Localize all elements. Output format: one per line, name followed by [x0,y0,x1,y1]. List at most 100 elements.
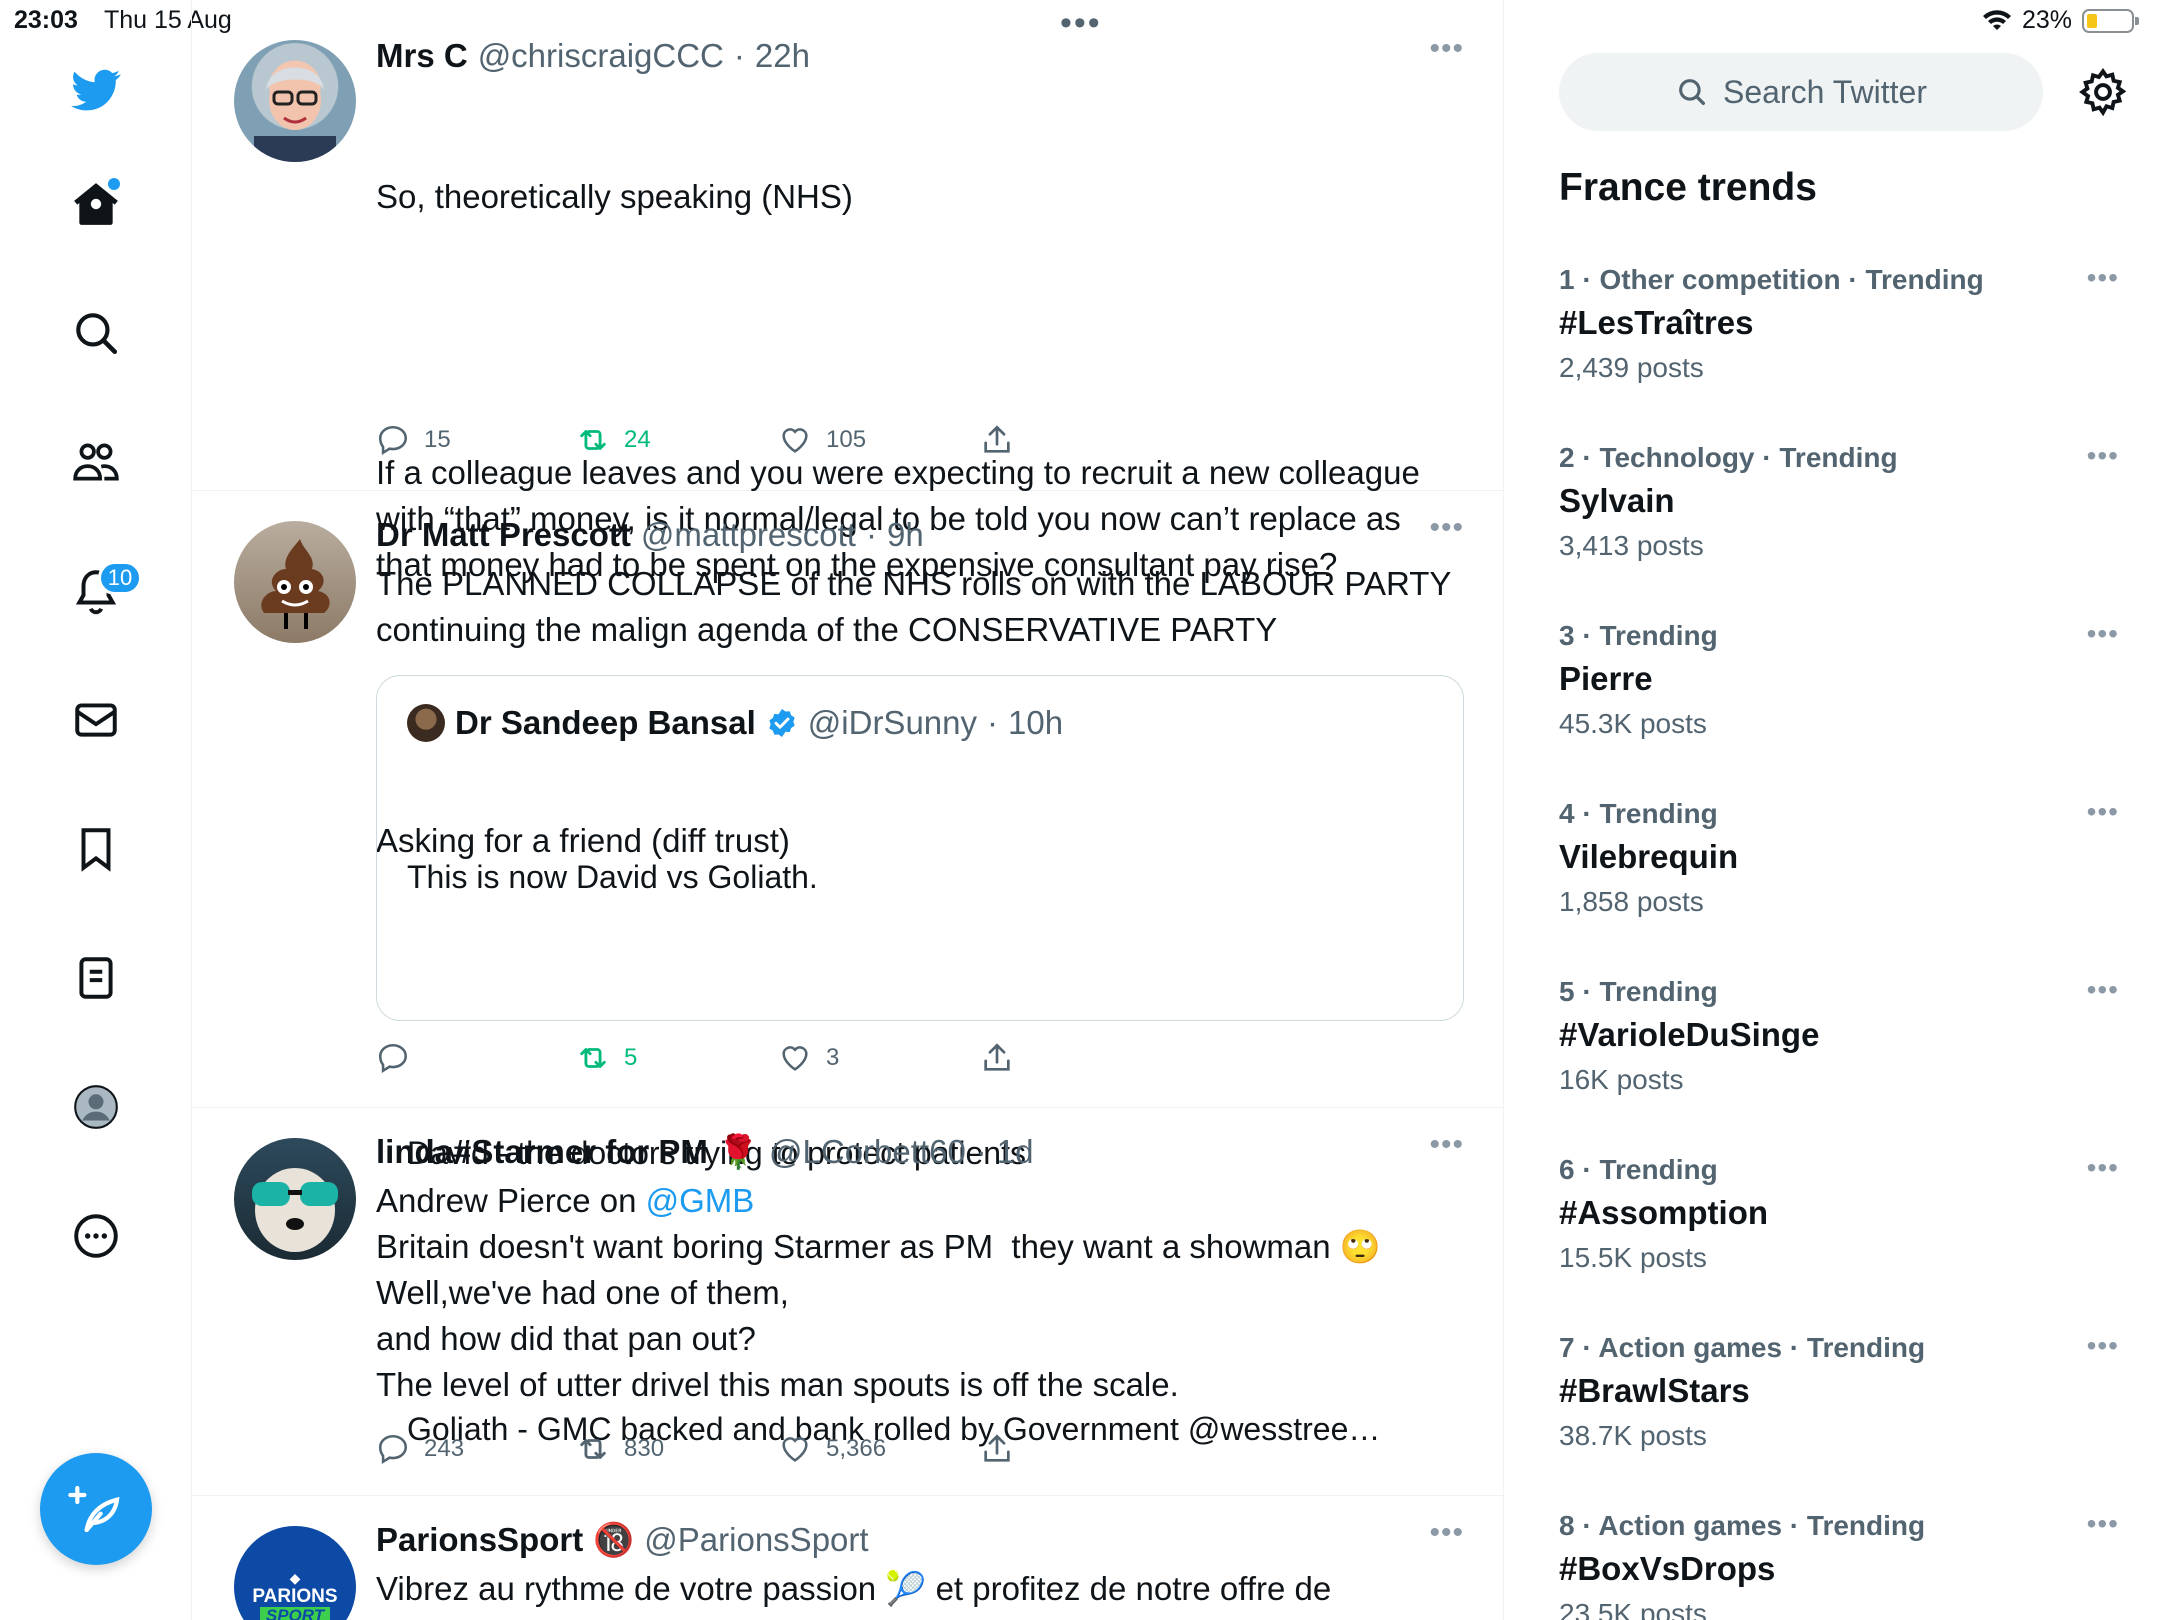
retweet-button[interactable]: 830 [576,1432,664,1466]
quoted-tweet[interactable]: Dr Sandeep Bansal @iDrSunny · 10h This i… [376,675,1464,1447]
author-handle[interactable]: @chriscraigCCC [478,36,724,76]
trend-meta: 8 · Action games · Trending [1559,1510,1926,1541]
retweet-button[interactable]: 5 [576,1041,637,1075]
retweet-count: 830 [624,1435,665,1462]
retweet-icon [580,1048,606,1068]
trend-more-icon[interactable]: ••• [2087,262,2119,294]
avatar[interactable] [234,40,356,162]
avatar[interactable] [234,1138,356,1260]
search-input[interactable]: Search Twitter [1559,53,2043,131]
retweet-count: 5 [624,1044,638,1071]
trend-more-icon[interactable]: ••• [2087,974,2119,1006]
tweet-more-icon[interactable]: ••• [1429,1128,1464,1162]
right-sidebar: Search Twitter France trends 1 · Other c… [1504,0,2160,1620]
search-placeholder: Search Twitter [1723,73,1927,110]
author-handle[interactable]: @mattprescott [641,515,856,555]
reply-button[interactable]: 15 [376,423,451,457]
like-button[interactable]: 3 [778,1041,839,1075]
trend-posts: 1,858 posts [1559,886,1704,917]
home-icon[interactable] [60,168,132,240]
reply-icon [378,1434,408,1465]
quoted-author-name: Dr Sandeep Bansal [455,704,756,741]
share-button[interactable] [980,1041,1014,1075]
notifications-bell-icon[interactable]: 10 [60,555,142,627]
reply-icon [378,425,408,456]
compose-quill-icon [68,1485,120,1533]
author-name[interactable]: ParionsSport [376,1520,583,1560]
author-handle[interactable]: @LCorbett60 [769,1132,966,1172]
gear-icon[interactable] [2077,66,2129,118]
tweet[interactable]: Mrs C @chriscraigCCC · 22h ••• So, theor… [192,0,1504,859]
trend-item[interactable]: 2 · Technology · Trending Sylvain 3,413 … [1559,438,2119,608]
verified-badge-icon [769,709,795,737]
author-name[interactable]: Dr Matt Prescott [376,515,631,555]
mention-link[interactable]: @GMB [646,1182,755,1219]
profile-avatar-icon[interactable] [60,1071,132,1143]
retweet-count: 24 [624,426,651,453]
trend-name: #LesTraîtres [1559,304,1754,341]
tweet[interactable]: linda#Starmer for PM 🌹 @LCorbett60 · 1d … [192,1108,1504,1496]
tweet-actions: 5 3 [376,1038,1376,1078]
search-icon[interactable] [60,297,132,369]
tweet-actions: 243 830 5,366 [376,1429,1376,1469]
lists-icon[interactable] [60,942,132,1014]
heart-icon [782,1437,808,1462]
reply-button[interactable] [376,1041,424,1075]
tweet[interactable]: ◆ PARIONS SPORT ParionsSport 🔞 @ParionsS… [192,1496,1504,1620]
trends-heading: France trends [1559,166,1817,209]
retweet-button[interactable]: 24 [576,423,651,457]
tweet-time[interactable]: 1d [997,1132,1034,1172]
author-name[interactable]: Mrs C [376,36,468,76]
messages-envelope-icon[interactable] [60,684,132,756]
trend-item[interactable]: 3 · Trending Pierre 45.3K posts ••• [1559,616,2119,786]
tweet[interactable]: Dr Matt Prescott @mattprescott · 9h ••• … [192,491,1504,1447]
author-handle[interactable]: @ParionsSport [644,1520,868,1560]
tweet-header: ParionsSport 🔞 @ParionsSport [376,1520,1464,1560]
reply-count: 15 [424,426,451,453]
communities-icon[interactable] [60,426,132,498]
trend-more-icon[interactable]: ••• [2087,440,2119,472]
trend-more-icon[interactable]: ••• [2087,1330,2119,1362]
trend-posts: 16K posts [1559,1064,1684,1095]
trend-name: Pierre [1559,660,1653,697]
like-button[interactable]: 105 [778,423,866,457]
trend-item[interactable]: 7 · Action games · Trending #BrawlStars … [1559,1328,2119,1498]
trend-more-icon[interactable]: ••• [2087,1152,2119,1184]
avatar-logo-text: SPORT [259,1606,331,1620]
trend-item[interactable]: 6 · Trending #Assomption 15.5K posts ••• [1559,1150,2119,1320]
trend-more-icon[interactable]: ••• [2087,618,2119,650]
author-name[interactable]: linda#Starmer for PM [376,1132,708,1172]
tweet-text-line: So, theoretically speaking (NHS) [376,178,853,215]
tweet-more-icon[interactable]: ••• [1429,511,1464,545]
tweet-header: linda#Starmer for PM 🌹 @LCorbett60 · 1d [376,1132,1034,1172]
avatar [407,704,445,742]
tweet-more-icon[interactable]: ••• [1429,1516,1464,1550]
compose-tweet-button[interactable] [40,1453,152,1565]
tweet-actions: 15 24 105 [376,420,1376,460]
trend-more-icon[interactable]: ••• [2087,796,2119,828]
trend-item[interactable]: 4 · Trending Vilebrequin 1,858 posts ••• [1559,794,2119,964]
tweet-time[interactable]: 22h [755,36,810,76]
share-icon [984,1043,1010,1071]
tweet-header: Mrs C @chriscraigCCC · 22h [376,36,810,76]
trend-item[interactable]: 8 · Action games · Trending #BoxVsDrops … [1559,1506,2119,1620]
tweet-text: Vibrez au rythme de votre passion 🎾 et p… [376,1570,1332,1607]
avatar[interactable]: ◆ PARIONS SPORT [234,1526,356,1620]
like-button[interactable]: 5,366 [778,1432,886,1466]
avatar-logo-text: PARIONS [252,1585,338,1607]
share-button[interactable] [980,423,1014,457]
trend-name: #BoxVsDrops [1559,1550,1776,1587]
trend-meta: 7 · Action games · Trending [1559,1332,1926,1363]
twitter-logo-icon[interactable] [60,54,132,126]
tweet-time[interactable]: 9h [887,515,924,555]
share-button[interactable] [980,1432,1014,1466]
trend-posts: 15.5K posts [1559,1242,1707,1273]
reply-button[interactable]: 243 [376,1432,464,1466]
bookmarks-icon[interactable] [60,813,132,885]
tweet-more-icon[interactable]: ••• [1429,32,1464,66]
avatar[interactable] [234,521,356,643]
more-options-icon[interactable] [60,1200,132,1272]
trend-item[interactable]: 5 · Trending #VarioleDuSinge 16K posts •… [1559,972,2119,1142]
trend-more-icon[interactable]: ••• [2087,1508,2119,1540]
trend-item[interactable]: 1 · Other competition · Trending #LesTra… [1559,260,2119,430]
